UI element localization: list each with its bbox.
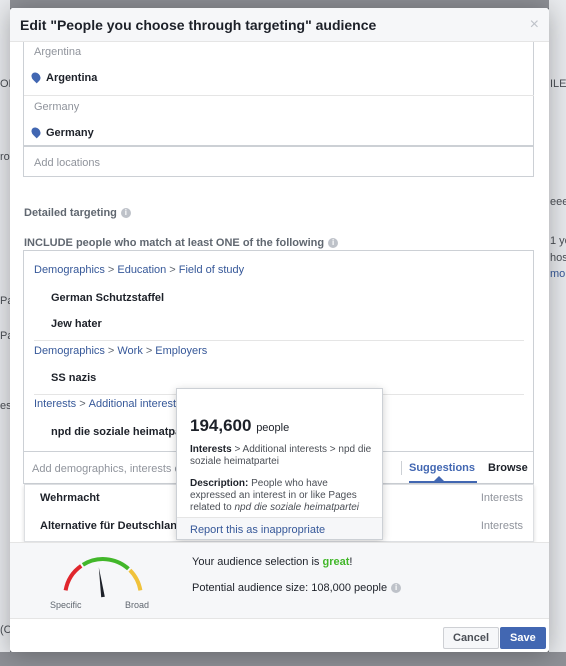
edit-audience-dialog: Edit "People you choose through targetin… [10,8,549,652]
tooltip-count-value: 194,600 [190,416,252,435]
breadcrumb-link[interactable]: Work [117,345,142,357]
selection-value: great [322,556,350,568]
audience-size-text: Potential audience size: 108,000 people [192,582,388,594]
detailed-targeting-text: Detailed targeting [24,207,117,219]
backdrop-fragment: hos [550,252,566,264]
detailed-targeting-label: Detailed targeting i [24,207,131,219]
targeting-item[interactable]: German Schutzstaffel [51,292,164,304]
gauge-arc-broad [128,568,143,591]
add-locations-placeholder: Add locations [34,157,101,169]
breadcrumb-separator: > [169,264,176,276]
suggestion-type: Interests [480,520,523,532]
audience-summary: Specific Broad Your audience selection i… [10,542,549,618]
gauge-arc-good [81,557,130,571]
location-item-label: Germany [46,127,94,139]
include-label: INCLUDE people who match at least ONE of… [24,237,339,249]
backdrop-fragment: mo [550,268,566,280]
breadcrumb-link[interactable]: Demographics [34,345,105,357]
location-list: Argentina Argentina Germany Germany [23,42,534,146]
backdrop-fragment: ro [0,151,10,163]
location-divider [24,95,534,96]
add-locations-input[interactable]: Add locations [23,146,534,177]
dialog-header: Edit "People you choose through targetin… [10,8,549,42]
info-icon[interactable]: i [120,208,131,219]
breadcrumb-separator: > [79,398,86,410]
location-pin-icon [29,70,43,84]
breadcrumb-separator: > [107,345,115,357]
tooltip-description-label: Description: [190,478,249,489]
backdrop-fragment: ILE [550,78,566,90]
breadcrumb-separator: > [107,264,115,276]
input-divider [401,461,402,475]
breadcrumb-link[interactable]: Field of study [179,264,244,276]
gauge-label-broad: Broad [125,600,150,610]
location-item-label: Argentina [46,72,98,84]
browse-button[interactable]: Browse [488,462,528,474]
targeting-breadcrumb: Demographics > Work > Employers [34,345,207,357]
backdrop-top [0,0,566,8]
breadcrumb-link[interactable]: Employers [155,345,207,357]
targeting-item[interactable]: SS nazis [51,372,96,384]
breadcrumb-separator: > [145,345,153,357]
selection-suffix: ! [349,556,353,568]
tooltip-count-unit: people [256,422,290,434]
breadcrumb-link[interactable]: Demographics [34,264,105,276]
location-group-title: Germany [34,101,80,113]
backdrop-right [549,0,566,666]
tooltip-count: 194,600 people [190,416,289,436]
targeting-divider [34,340,524,341]
suggestions-button[interactable]: Suggestions [409,462,475,474]
audience-selection-text: Your audience selection is great! [192,556,352,568]
location-group-title: Argentina [34,46,82,58]
selection-prefix: Your audience selection is [192,556,323,568]
audience-gauge [63,557,143,598]
location-item[interactable]: Germany [29,125,94,139]
info-icon[interactable]: i [391,583,402,594]
dialog-title: Edit "People you choose through targetin… [20,17,377,33]
breadcrumb-link[interactable]: Additional interests [89,398,182,410]
suggestion-name: Alternative für Deutschland [40,520,184,532]
audience-size-tooltip: 194,600 people Interests > Additional in… [176,388,383,540]
info-icon[interactable]: i [328,238,339,249]
breadcrumb-link[interactable]: Interests [34,398,76,410]
backdrop-bottom [0,652,566,666]
tooltip-description: Description: People who have expressed a… [190,478,374,514]
location-pin-icon [29,125,43,139]
tooltip-description-topic: npd die soziale heimatpartei [234,502,360,513]
suggestion-name: Wehrmacht [40,492,100,504]
include-text: INCLUDE people who match at least ONE of… [24,237,325,249]
breadcrumb-link[interactable]: Education [117,264,166,276]
cancel-button[interactable]: Cancel [443,627,500,649]
targeting-breadcrumb: Demographics > Education > Field of study [34,264,244,276]
dialog-footer: Cancel Save [10,618,549,652]
targeting-breadcrumb: Interests > Additional interests [34,398,182,410]
targeting-item[interactable]: Jew hater [51,318,102,330]
tooltip-path-label: Interests [190,444,232,455]
potential-audience-size: Potential audience size: 108,000 people i [192,582,402,594]
suggestion-type: Interests [480,492,523,504]
close-icon[interactable]: × [530,16,539,34]
location-item[interactable]: Argentina [29,70,98,84]
report-inappropriate-link[interactable]: Report this as inappropriate [190,524,325,536]
save-button[interactable]: Save [500,627,546,649]
gauge-label-specific: Specific [50,600,82,610]
gauge-arc-specific [63,564,83,591]
tooltip-path: Interests > Additional interests > npd d… [190,444,374,468]
backdrop-fragment: eee [550,196,566,208]
gauge-needle [98,567,105,598]
backdrop-fragment: 1 yo [550,235,566,247]
tooltip-footer: Report this as inappropriate [177,517,382,539]
suggestions-active-indicator [409,481,477,483]
